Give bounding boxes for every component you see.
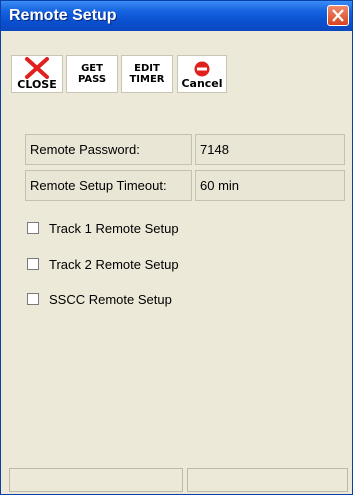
toolbar: CLOSE GET PASS EDIT TIMER Cancel (1, 31, 352, 111)
get-pass-button[interactable]: GET PASS (66, 55, 118, 93)
remote-password-label: Remote Password: (25, 134, 192, 165)
sscc-remote-setup-checkbox[interactable] (27, 293, 39, 305)
cancel-button[interactable]: Cancel (177, 55, 227, 93)
track2-remote-setup-checkbox[interactable] (27, 258, 39, 270)
get-pass-label-line2: PASS (77, 74, 107, 85)
track1-remote-setup-label: Track 1 Remote Setup (49, 220, 179, 236)
content-area: Remote Password: 7148 Remote Setup Timeo… (1, 111, 352, 463)
remote-setup-window: Remote Setup CLOSE GET PASS EDIT TIMER C… (0, 0, 353, 495)
title-bar[interactable]: Remote Setup (1, 1, 352, 31)
get-pass-label-line1: GET (81, 63, 103, 74)
remote-password-value: 7148 (195, 134, 345, 165)
window-close-button[interactable] (327, 5, 349, 26)
close-button[interactable]: CLOSE (11, 55, 63, 93)
red-x-icon (25, 57, 49, 79)
remote-setup-timeout-label: Remote Setup Timeout: (25, 170, 192, 201)
remote-setup-timeout-value: 60 min (195, 170, 345, 201)
close-button-label: CLOSE (17, 78, 57, 91)
track1-remote-setup-checkbox[interactable] (27, 222, 39, 234)
status-bar (1, 463, 352, 494)
track1-remote-setup-option[interactable]: Track 1 Remote Setup (27, 218, 179, 238)
window-title: Remote Setup (9, 7, 117, 24)
track2-remote-setup-label: Track 2 Remote Setup (49, 256, 179, 272)
edit-timer-label-line1: EDIT (134, 63, 160, 74)
red-minus-circle-icon (194, 61, 210, 77)
edit-timer-label-line2: TIMER (129, 74, 165, 85)
edit-timer-button[interactable]: EDIT TIMER (121, 55, 173, 93)
track2-remote-setup-option[interactable]: Track 2 Remote Setup (27, 254, 179, 274)
close-x-icon (332, 9, 344, 22)
status-pane-right (187, 468, 348, 492)
cancel-button-label: Cancel (181, 77, 223, 90)
status-pane-left (9, 468, 183, 492)
sscc-remote-setup-label: SSCC Remote Setup (49, 291, 172, 307)
sscc-remote-setup-option[interactable]: SSCC Remote Setup (27, 289, 172, 309)
